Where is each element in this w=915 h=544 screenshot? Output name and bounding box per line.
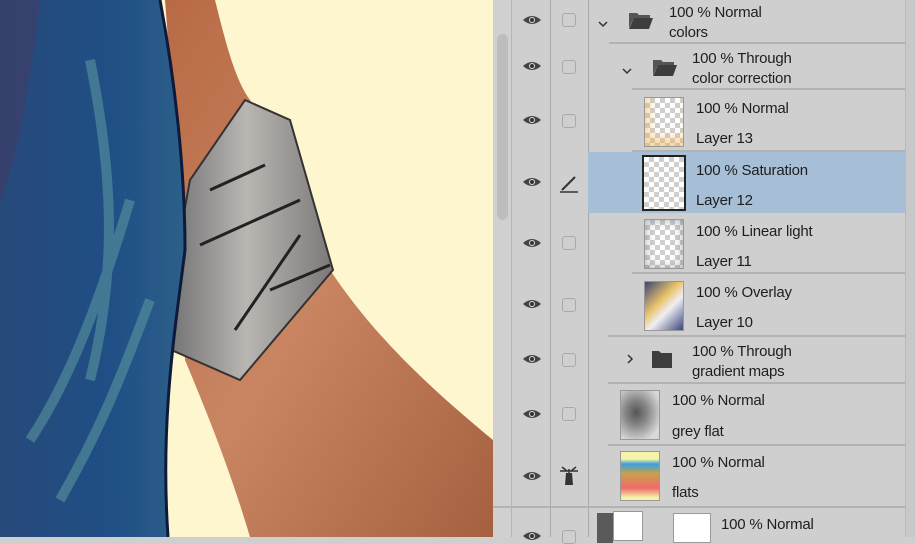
pen-icon	[560, 176, 578, 193]
layer-blend: 100 % Through	[692, 50, 792, 67]
chevron-right-icon[interactable]	[624, 353, 636, 365]
drawing-canvas[interactable]	[0, 0, 493, 537]
layer-row-gradient-maps[interactable]: 100 % Through gradient maps	[512, 337, 905, 384]
eye-icon[interactable]	[522, 353, 542, 365]
layer-name: grey flat	[672, 423, 724, 440]
layer-row-adjustment[interactable]: 100 % Normal	[493, 506, 905, 544]
layer-row-color-correction[interactable]: 100 % Through color correction	[512, 44, 905, 90]
layer-name: gradient maps	[692, 363, 785, 380]
layer-name: Layer 12	[696, 192, 753, 209]
lock-checkbox[interactable]	[562, 353, 576, 367]
folder-open-icon	[629, 13, 653, 29]
lock-checkbox[interactable]	[562, 407, 576, 421]
eye-icon[interactable]	[522, 114, 542, 126]
layer-blend: 100 % Normal	[696, 100, 789, 117]
layer-thumbnail	[620, 451, 660, 501]
chevron-down-icon[interactable]	[621, 65, 633, 77]
eye-icon[interactable]	[522, 408, 542, 420]
layer-thumbnail	[644, 219, 684, 269]
scrollbar[interactable]	[493, 0, 512, 537]
eye-icon[interactable]	[522, 298, 542, 310]
eye-icon[interactable]	[522, 530, 542, 542]
lock-checkbox[interactable]	[562, 530, 576, 544]
layer-blend: 100 % Normal	[672, 392, 765, 409]
lock-checkbox[interactable]	[562, 114, 576, 128]
eye-icon[interactable]	[522, 237, 542, 249]
layer-thumbnail	[620, 390, 660, 440]
layer-row-colors[interactable]: 100 % Normal colors	[512, 0, 905, 44]
eye-icon[interactable]	[522, 14, 542, 26]
lock-checkbox[interactable]	[562, 60, 576, 74]
layer-panel: 100 % Normal colors 100 % Through color …	[493, 0, 915, 544]
layer-row-grey-flat[interactable]: 100 % Normal grey flat	[512, 384, 905, 446]
panel-edge	[905, 0, 915, 537]
reference-layer-icon	[560, 466, 578, 485]
layer-blend: 100 % Normal	[672, 454, 765, 471]
eye-icon[interactable]	[522, 470, 542, 482]
folder-open-icon	[653, 60, 677, 76]
scrollbar-thumb[interactable]	[497, 34, 508, 220]
lock-checkbox[interactable]	[562, 13, 576, 27]
layer-thumbnail	[644, 281, 684, 331]
layer-row-layer-10[interactable]: 100 % Overlay Layer 10	[512, 274, 905, 337]
layer-blend: 100 % Saturation	[696, 162, 808, 179]
layer-row-layer-12[interactable]: 100 % Saturation Layer 12	[512, 152, 905, 213]
layer-thumbnail	[642, 155, 686, 211]
eye-icon[interactable]	[522, 60, 542, 72]
layer-mask-thumbnail	[673, 513, 711, 543]
folder-closed-icon	[652, 351, 672, 368]
mask-indicator	[597, 513, 613, 543]
layer-blend: 100 % Normal	[669, 4, 762, 21]
layer-blend: 100 % Linear light	[696, 223, 813, 240]
layer-row-layer-11[interactable]: 100 % Linear light Layer 11	[512, 213, 905, 274]
layer-row-flats[interactable]: 100 % Normal flats	[512, 446, 905, 506]
layer-row-layer-13[interactable]: 100 % Normal Layer 13	[512, 90, 905, 152]
layer-thumbnail	[644, 97, 684, 147]
layer-name: colors	[669, 24, 708, 41]
layer-name: color correction	[692, 70, 792, 87]
layer-name: Layer 10	[696, 314, 753, 331]
layer-blend: 100 % Normal	[721, 516, 814, 533]
lock-checkbox[interactable]	[562, 298, 576, 312]
layer-name: Layer 13	[696, 130, 753, 147]
layer-blend: 100 % Overlay	[696, 284, 792, 301]
artwork	[0, 0, 493, 537]
layer-name: Layer 11	[696, 253, 752, 270]
layer-blend: 100 % Through	[692, 343, 792, 360]
layer-name: flats	[672, 484, 699, 501]
lock-checkbox[interactable]	[562, 236, 576, 250]
chevron-down-icon[interactable]	[597, 18, 609, 30]
eye-icon[interactable]	[522, 176, 542, 188]
